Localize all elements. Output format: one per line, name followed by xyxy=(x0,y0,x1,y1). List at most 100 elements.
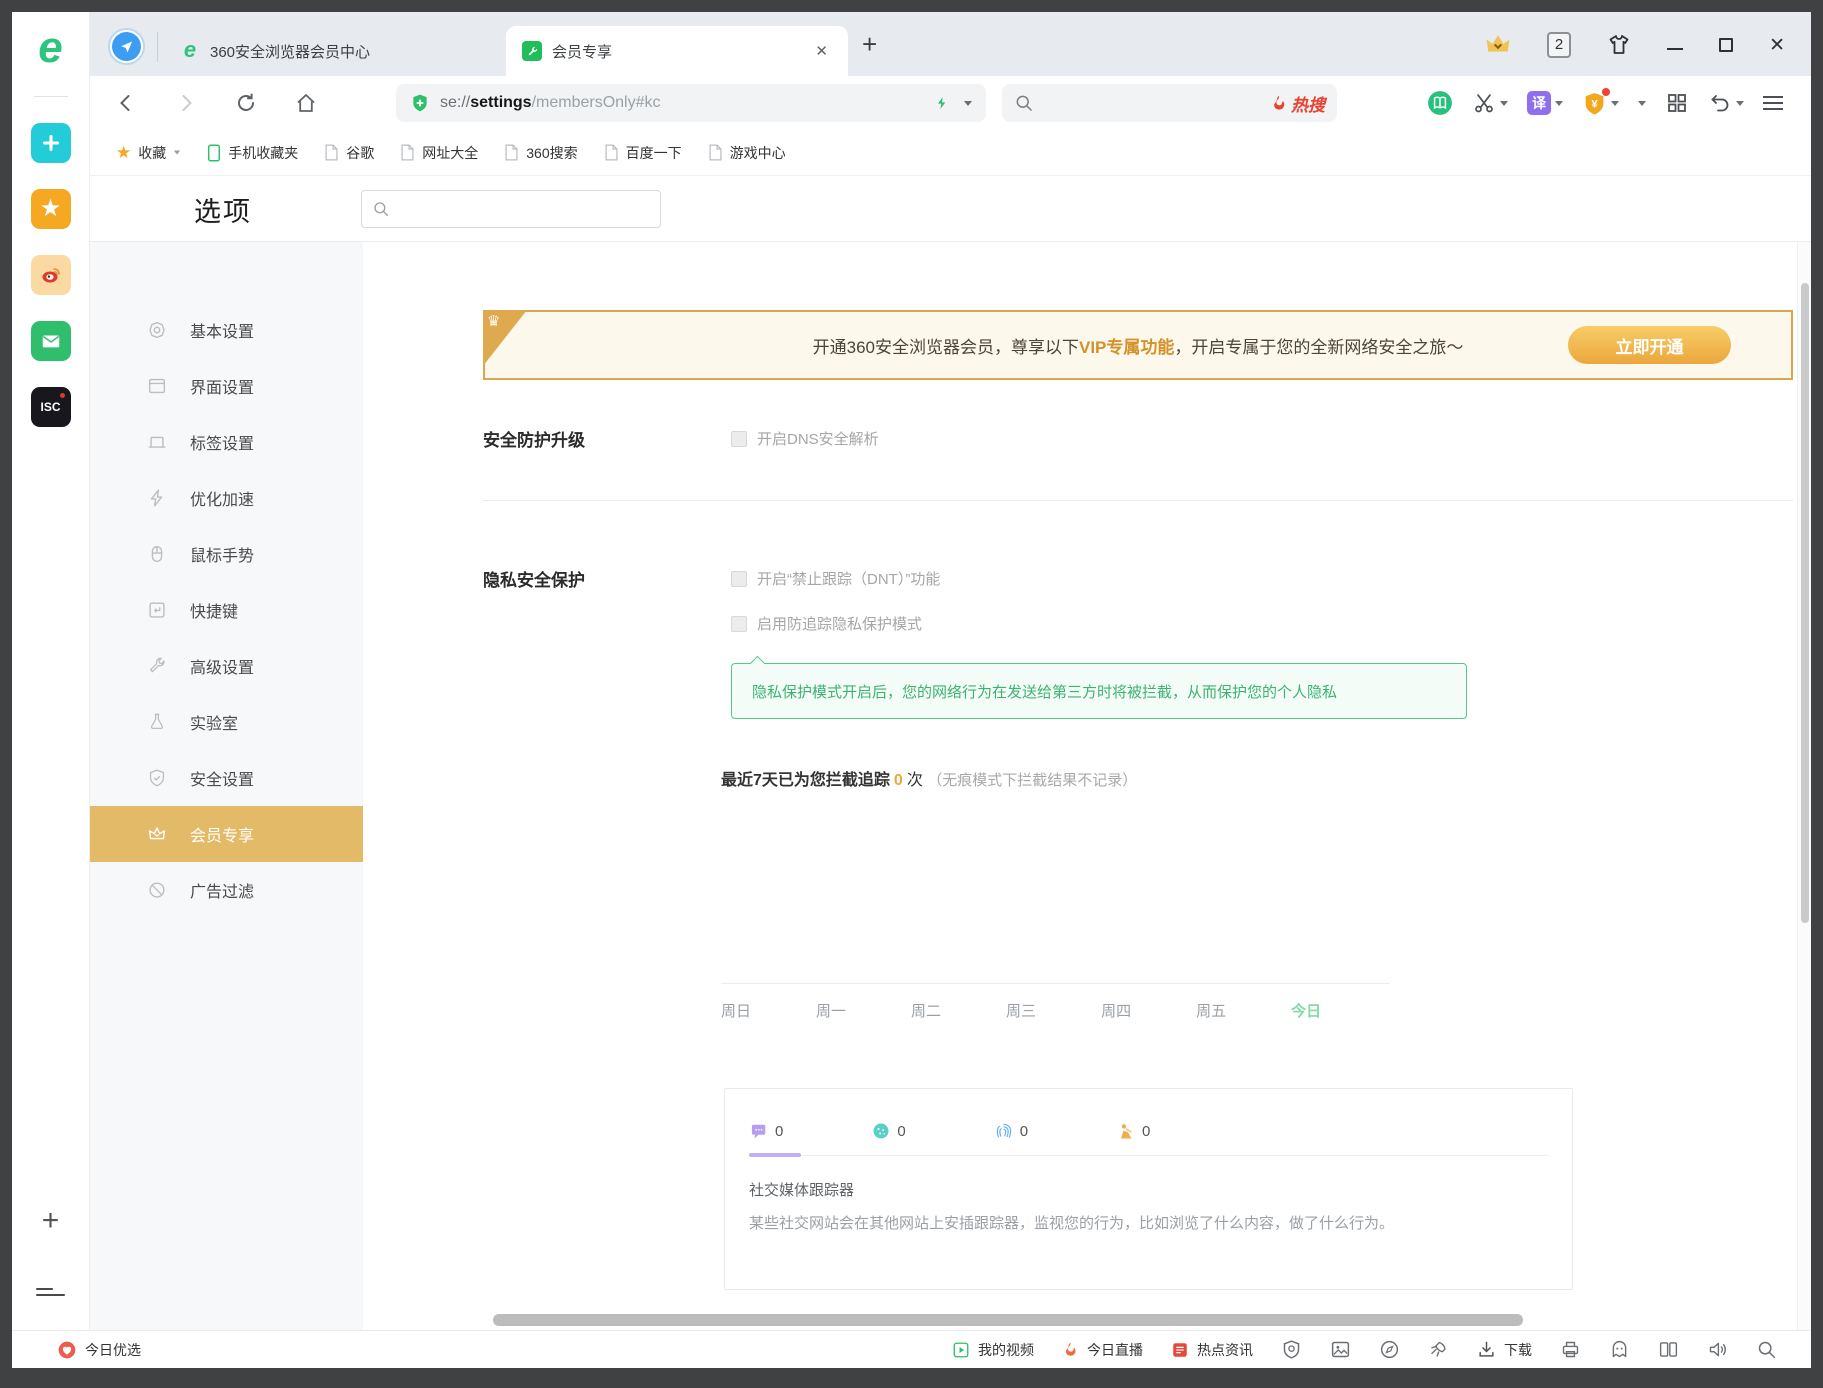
sidebar-item-lab[interactable]: 实验室 xyxy=(90,694,363,750)
week-tab-today[interactable]: 今日 xyxy=(1291,1000,1321,1021)
site-safety-icon[interactable] xyxy=(1281,1339,1302,1360)
week-tab-wednesday[interactable]: 周三 xyxy=(1006,1000,1036,1021)
app-manage-button[interactable] xyxy=(36,1284,65,1300)
tab-close-icon[interactable]: ✕ xyxy=(811,40,832,62)
page-icon xyxy=(504,144,519,161)
favorites-dropdown-icon[interactable] xyxy=(174,151,180,155)
sidebar-item-basic-settings[interactable]: 基本设置 xyxy=(90,302,363,358)
extensions-dropdown-icon[interactable] xyxy=(1638,101,1646,106)
reading-mode-icon[interactable] xyxy=(1427,90,1453,116)
translate-icon[interactable]: 译 xyxy=(1527,91,1563,115)
rocket-icon[interactable] xyxy=(1428,1339,1449,1360)
tab-count-badge[interactable]: 2 xyxy=(1547,32,1571,58)
split-screen-icon[interactable] xyxy=(1658,1339,1679,1360)
site-favicon-360-icon: e xyxy=(180,41,200,61)
skin-theme-icon[interactable] xyxy=(1607,33,1631,57)
anti-tracking-checkbox[interactable] xyxy=(731,616,747,632)
undo-closed-tab-icon[interactable] xyxy=(1708,91,1744,115)
bookmark-favorites[interactable]: ★ 收藏 xyxy=(116,143,181,163)
hot-news-button[interactable]: 热点资讯 xyxy=(1171,1340,1253,1360)
sidebar-item-advanced-settings[interactable]: 高级设置 xyxy=(90,638,363,694)
vip-crown-icon[interactable] xyxy=(1485,33,1511,57)
bookmark-site-navigation[interactable]: 网址大全 xyxy=(400,143,478,163)
scissors-dropdown-icon[interactable] xyxy=(1500,101,1508,106)
page-search-icon[interactable] xyxy=(1756,1339,1777,1360)
compass-icon[interactable] xyxy=(1379,1339,1400,1360)
new-tab-button[interactable]: + xyxy=(862,29,877,60)
printer-icon[interactable] xyxy=(1560,1339,1581,1360)
navigation-ball-icon[interactable] xyxy=(108,28,145,65)
sidebar-item-interface-settings[interactable]: 界面设置 xyxy=(90,358,363,414)
sidebar-item-tab-settings[interactable]: 标签设置 xyxy=(90,414,363,470)
stat-cryptominer-tracker[interactable]: 0 xyxy=(1116,1121,1150,1141)
add-app-button[interactable]: + xyxy=(12,1204,89,1238)
weibo-app-icon[interactable] xyxy=(31,255,71,295)
tab-member-center[interactable]: e 360安全浏览器会员中心 xyxy=(164,26,506,76)
horizontal-scrollbar[interactable] xyxy=(483,1314,1781,1326)
week-tab-friday[interactable]: 周五 xyxy=(1196,1000,1226,1021)
isc-app-icon[interactable]: ISC xyxy=(31,387,71,427)
maximize-button[interactable] xyxy=(1719,38,1733,52)
speaker-icon[interactable] xyxy=(1707,1339,1728,1360)
minimize-button[interactable] xyxy=(1667,40,1683,50)
favorites-star-app-icon[interactable]: ★ xyxy=(31,189,71,229)
week-tab-tuesday[interactable]: 周二 xyxy=(911,1000,941,1021)
week-tab-thursday[interactable]: 周四 xyxy=(1101,1000,1131,1021)
address-dropdown-icon[interactable] xyxy=(964,101,972,106)
mail-app-icon[interactable] xyxy=(31,321,71,361)
bookmark-game-center[interactable]: 游戏中心 xyxy=(708,143,786,163)
sidebar-item-mouse-gestures[interactable]: 鼠标手势 xyxy=(90,526,363,582)
apps-grid-icon[interactable] xyxy=(1665,91,1689,115)
image-viewer-icon[interactable] xyxy=(1330,1339,1351,1360)
vertical-scrollbar-thumb[interactable] xyxy=(1801,283,1809,923)
wallet-shield-icon[interactable]: ¥ xyxy=(1582,91,1619,116)
stat-fingerprint-tracker[interactable]: 0 xyxy=(994,1121,1028,1141)
dns-resolution-checkbox[interactable] xyxy=(731,431,747,447)
health-app-icon[interactable] xyxy=(31,123,71,163)
my-videos-button[interactable]: 我的视频 xyxy=(952,1340,1034,1360)
week-tab-sunday[interactable]: 周日 xyxy=(721,1000,751,1021)
horizontal-scrollbar-thumb[interactable] xyxy=(493,1314,1523,1326)
quick-access-bolt-icon[interactable] xyxy=(934,94,950,112)
sidebar-item-security-settings[interactable]: 安全设置 xyxy=(90,750,363,806)
tab-members-only[interactable]: 会员专享 ✕ xyxy=(506,26,848,76)
sidebar-item-members-only[interactable]: 会员专享 xyxy=(90,806,363,862)
divider xyxy=(34,96,68,97)
assistant-icon[interactable] xyxy=(1609,1339,1630,1360)
sidebar-item-optimization[interactable]: 优化加速 xyxy=(90,470,363,526)
main-menu-icon[interactable] xyxy=(1763,92,1783,114)
undo-dropdown-icon[interactable] xyxy=(1736,101,1744,106)
refresh-button[interactable] xyxy=(234,91,258,115)
forward-button[interactable] xyxy=(174,91,198,115)
vertical-scrollbar[interactable] xyxy=(1797,242,1811,1330)
activate-vip-button[interactable]: 立即开通 xyxy=(1568,326,1731,364)
bookmark-mobile-favorites[interactable]: 手机收藏夹 xyxy=(207,143,298,163)
live-streaming-button[interactable]: 今日直播 xyxy=(1062,1340,1143,1360)
search-box[interactable]: 热搜 xyxy=(1002,84,1337,122)
stat-social-tracker[interactable]: 0 xyxy=(749,1121,783,1141)
settings-search-input[interactable] xyxy=(361,190,661,228)
screenshot-scissors-icon[interactable] xyxy=(1472,91,1508,115)
hot-search-button[interactable]: 热搜 xyxy=(1270,91,1325,116)
site-security-shield-icon[interactable] xyxy=(410,92,430,114)
translate-dropdown-icon[interactable] xyxy=(1555,101,1563,106)
sidebar-item-ad-filter[interactable]: 广告过滤 xyxy=(90,862,363,918)
home-button[interactable] xyxy=(294,91,318,115)
week-tab-monday[interactable]: 周一 xyxy=(816,1000,846,1021)
browser-360-logo-icon[interactable]: e xyxy=(29,28,73,72)
download-button[interactable]: 下载 xyxy=(1477,1340,1532,1360)
tab-separator xyxy=(157,32,158,62)
wallet-dropdown-icon[interactable] xyxy=(1611,101,1619,106)
bookmark-baidu[interactable]: 百度一下 xyxy=(604,143,682,163)
dnt-checkbox[interactable] xyxy=(731,571,747,587)
close-button[interactable]: ✕ xyxy=(1769,36,1785,55)
vip-banner: 开通360安全浏览器会员，尊享以下VIP专属功能，开启专属于您的全新网络安全之旅… xyxy=(483,310,1793,380)
bookmark-360-search[interactable]: 360搜索 xyxy=(504,143,577,163)
sidebar-item-shortcuts[interactable]: 快捷键 xyxy=(90,582,363,638)
address-bar[interactable]: se://settings/membersOnly#kc xyxy=(396,84,986,122)
bottom-bar: 今日优选 我的视频 今日直播 热点资讯 xyxy=(12,1330,1811,1368)
bookmark-google[interactable]: 谷歌 xyxy=(324,143,374,163)
daily-picks-button[interactable]: 今日优选 xyxy=(57,1340,141,1360)
back-button[interactable] xyxy=(114,91,138,115)
stat-cookie-tracker[interactable]: 0 xyxy=(871,1121,905,1141)
